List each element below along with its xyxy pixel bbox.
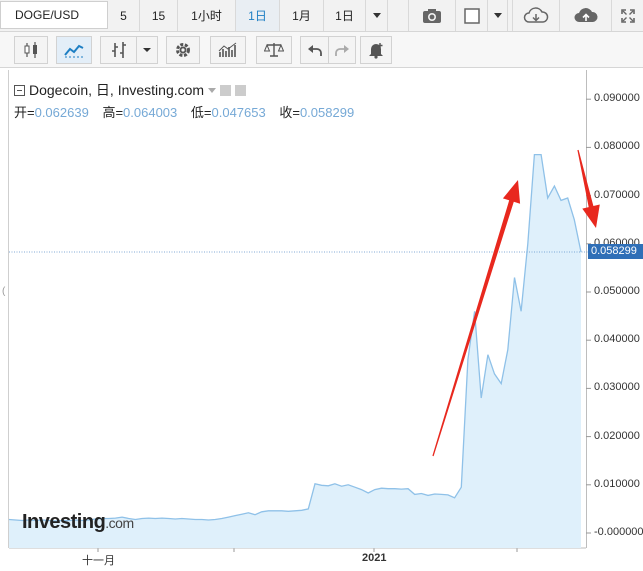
y-tick-label: 0.080000 xyxy=(594,140,640,153)
y-tick-label: 0.020000 xyxy=(594,429,640,442)
interval-15[interactable]: 15 xyxy=(140,0,178,31)
symbol-field[interactable]: DOGE/USD xyxy=(0,1,108,29)
undo-icon[interactable] xyxy=(300,36,328,64)
chart-pane[interactable] xyxy=(8,70,586,548)
chevron-down-icon[interactable] xyxy=(136,36,158,64)
high-value: 0.064003 xyxy=(123,105,178,120)
interval-1m[interactable]: 1月 xyxy=(280,0,324,31)
logo-suffix: .com xyxy=(105,515,134,531)
chart-legend: Dogecoin, 日, Investing.com xyxy=(14,80,247,100)
open-label: 开= xyxy=(14,105,35,120)
area-chart-icon[interactable] xyxy=(56,36,92,64)
fullscreen-icon[interactable] xyxy=(612,0,643,31)
close-value: 0.058299 xyxy=(299,105,355,120)
chevron-down-icon[interactable] xyxy=(488,0,508,31)
gear-icon[interactable] xyxy=(166,36,200,64)
top-toolbar: DOGE/USD 5 15 1小时 1日 1月 1日 xyxy=(0,0,643,32)
cloud-upload-icon[interactable] xyxy=(560,0,612,31)
y-tick-label: -0.000000 xyxy=(594,526,643,538)
y-tick-label: 0.030000 xyxy=(594,381,640,394)
compare-scale-icon[interactable] xyxy=(256,36,292,64)
pane-resize-handle[interactable]: ( xyxy=(2,286,5,297)
chevron-down-icon[interactable] xyxy=(366,0,388,31)
ohlc-readout: 开=0.062639 高=0.064003 低=0.047653 收=0.058… xyxy=(14,102,364,121)
low-label: 低= xyxy=(190,105,212,120)
legend-title: Dogecoin, 日, Investing.com xyxy=(29,82,205,98)
indicators-icon[interactable] xyxy=(210,36,246,64)
interval-1h[interactable]: 1小时 xyxy=(178,0,236,31)
open-value: 0.062639 xyxy=(34,105,89,120)
x-tick-label: 2021 xyxy=(362,552,387,564)
alert-bell-icon[interactable] xyxy=(360,36,392,64)
investing-logo: Investing.com xyxy=(22,511,134,534)
y-tick-label: 0.010000 xyxy=(594,477,640,490)
bars-icon[interactable] xyxy=(100,36,136,64)
y-tick-label: 0.040000 xyxy=(594,333,640,346)
settings-square-icon[interactable] xyxy=(220,85,232,96)
interval-1d[interactable]: 1日 xyxy=(236,0,280,31)
cloud-download-icon[interactable] xyxy=(512,0,560,31)
logo-text: Investing xyxy=(22,511,106,533)
chevron-down-icon[interactable] xyxy=(208,88,217,93)
redo-icon[interactable] xyxy=(328,36,356,64)
high-label: 高= xyxy=(102,105,124,120)
low-value: 0.047653 xyxy=(211,105,266,120)
camera-icon[interactable] xyxy=(408,0,456,31)
candlestick-icon[interactable] xyxy=(14,36,48,64)
interval-dropdown-value[interactable]: 1日 xyxy=(324,0,366,31)
chart-toolbar xyxy=(0,32,643,68)
color-square-icon[interactable] xyxy=(456,0,488,31)
y-tick-label: 0.070000 xyxy=(594,188,640,201)
close-label: 收= xyxy=(279,105,300,120)
x-tick-label: 十一月 xyxy=(82,555,115,567)
y-tick-label: 0.050000 xyxy=(594,285,640,297)
gear-square-icon[interactable] xyxy=(235,85,247,96)
last-price-tag: 0.058299 xyxy=(588,243,643,259)
y-tick-label: 0.090000 xyxy=(594,92,640,105)
interval-5[interactable]: 5 xyxy=(108,0,140,31)
collapse-legend-icon[interactable] xyxy=(14,85,25,96)
